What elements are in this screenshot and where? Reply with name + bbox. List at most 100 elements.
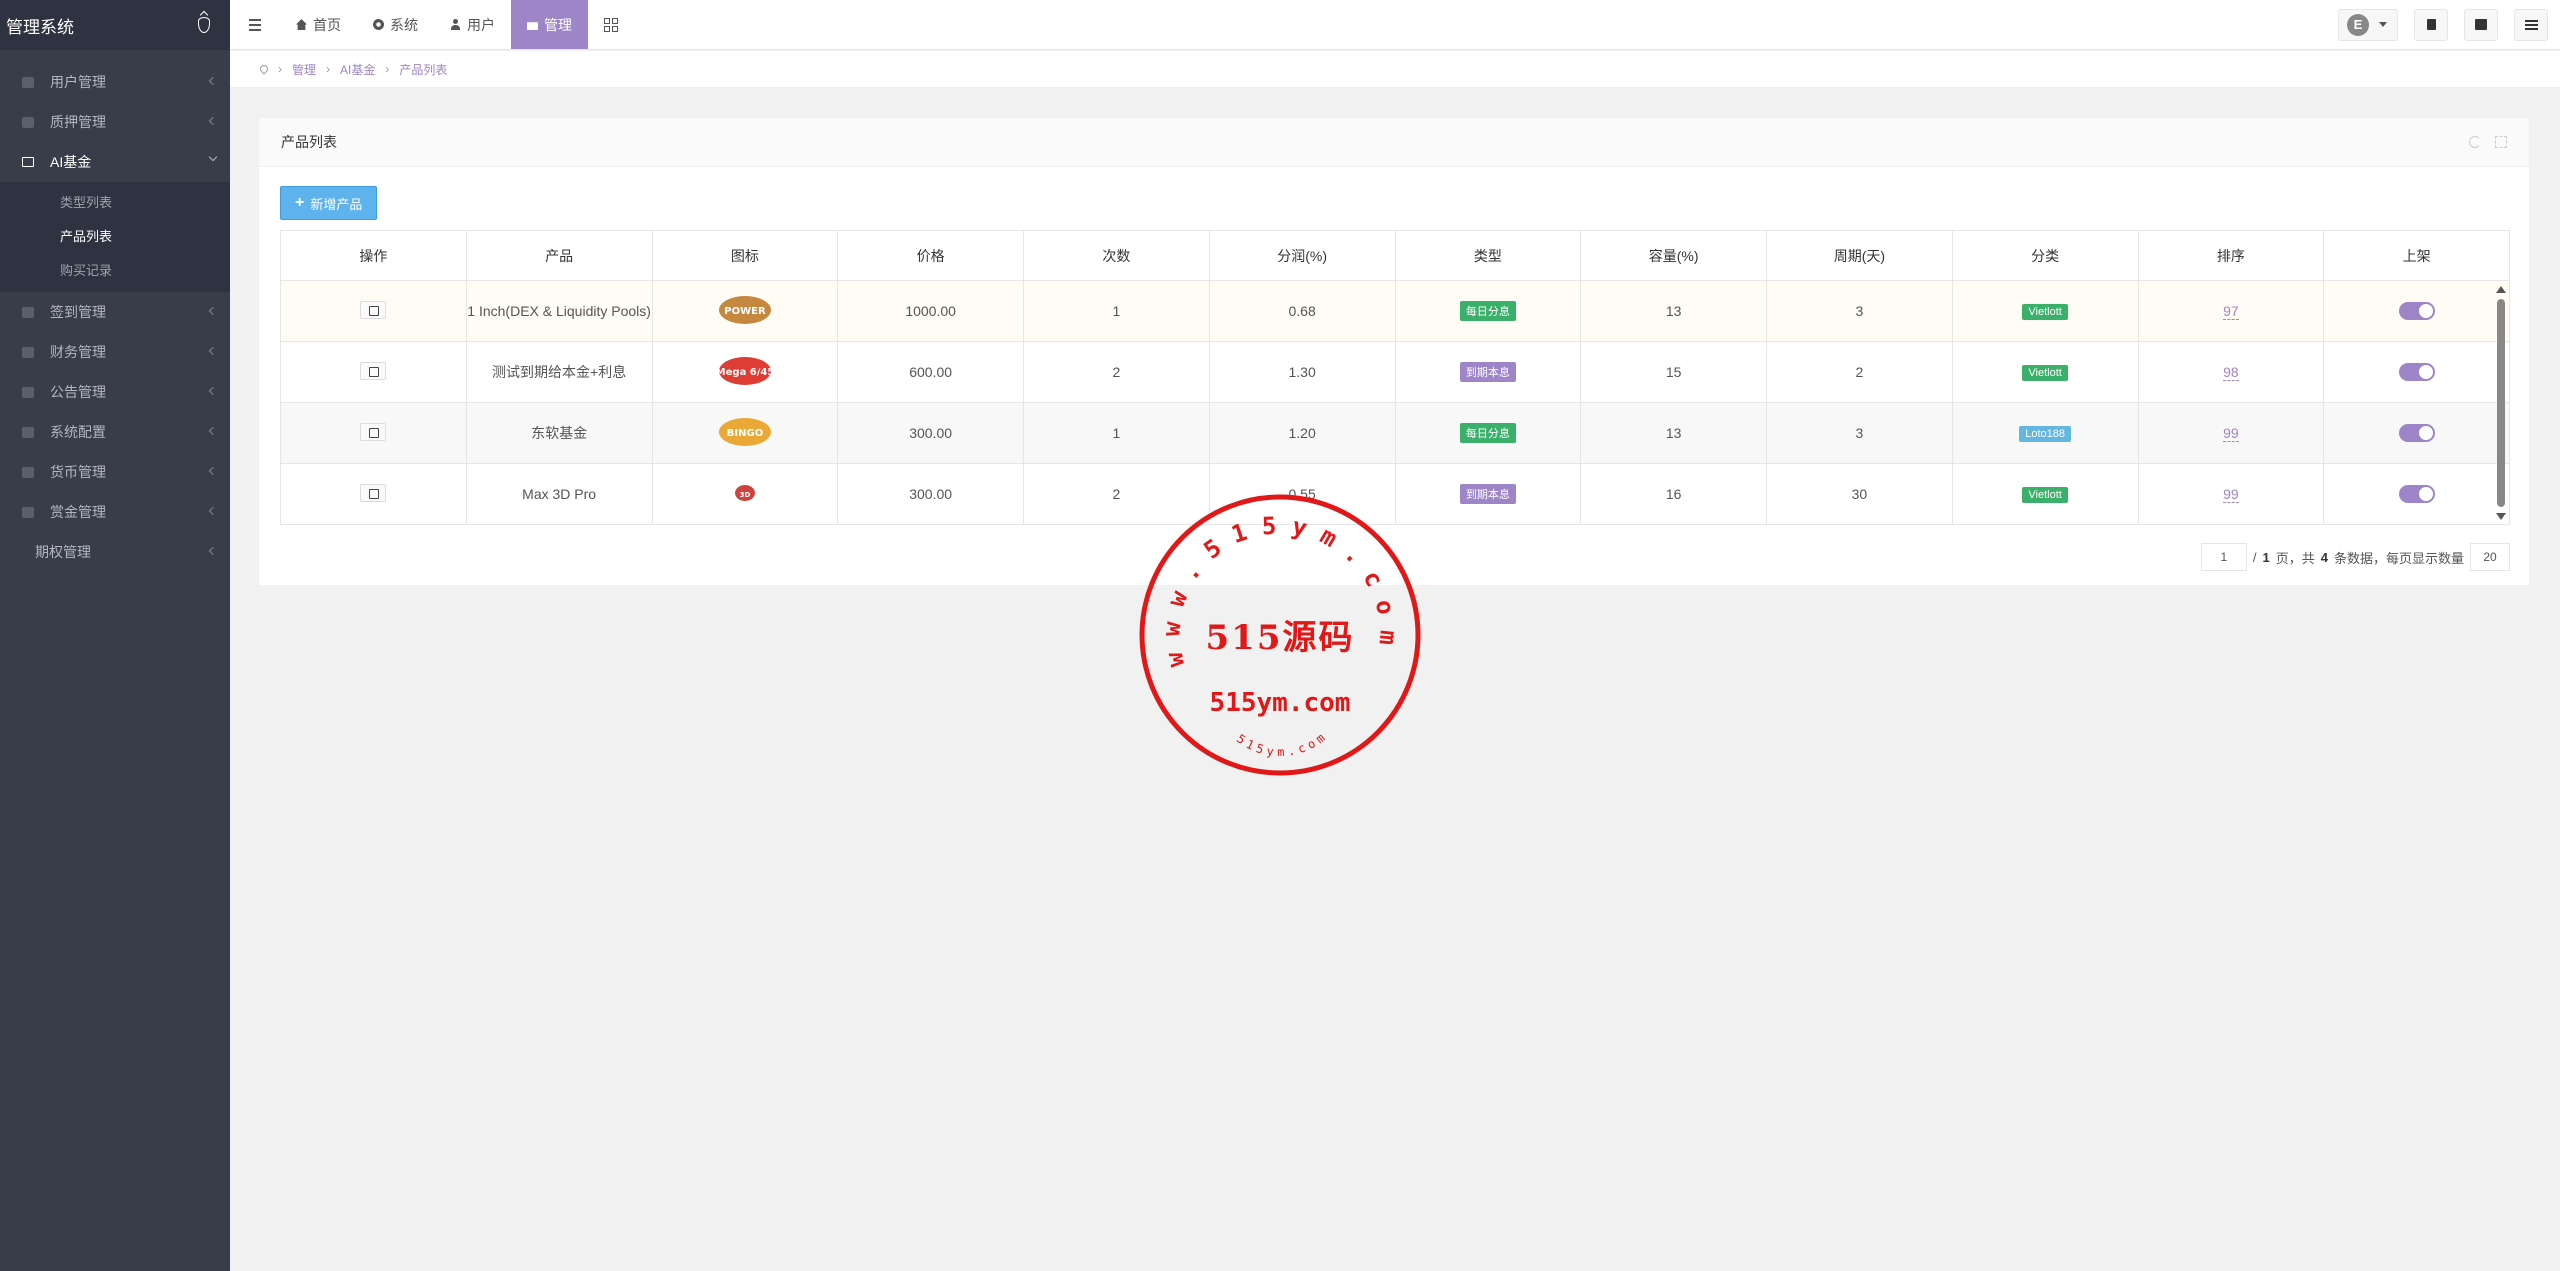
page-size-input[interactable] <box>2470 543 2510 571</box>
menu-icon <box>22 386 34 398</box>
sidebar-item[interactable]: 财务管理 <box>0 332 230 372</box>
refresh-icon[interactable] <box>2469 136 2481 148</box>
table-scrollbar[interactable] <box>2495 286 2507 522</box>
table-header-row: 操作 产品 图标 价格 次数 分润(%) 类型 容量(%) 周期(天) 分类 排序 上架 <box>280 230 2510 281</box>
edit-icon[interactable] <box>360 422 387 441</box>
sidebar-subitem[interactable]: 购买记录 <box>0 254 230 288</box>
settings-panel-button[interactable] <box>2514 8 2548 41</box>
table-cell: 到期本息 <box>1394 341 1582 403</box>
product-logo-icon: BINGO <box>710 415 780 452</box>
table-cell: POWER <box>651 280 839 342</box>
listed-toggle[interactable] <box>2398 302 2435 321</box>
sidebar-item[interactable]: 货币管理 <box>0 452 230 492</box>
table-row: 东软基金 BINGO 300.00 1 1.20 每日分息 13 3 Loto188 99 <box>280 402 2510 464</box>
table-cell: 300.00 <box>837 402 1024 464</box>
sidebar-item[interactable]: 签到管理 <box>0 292 230 332</box>
trash-icon <box>2426 19 2436 30</box>
sidebar-item[interactable]: 赏金管理 <box>0 492 230 532</box>
sidebar-item[interactable]: 公告管理 <box>0 372 230 412</box>
sidebar-item[interactable]: 系统配置 <box>0 412 230 452</box>
sort-number[interactable]: 99 <box>2223 486 2239 503</box>
scroll-thumb[interactable] <box>2497 299 2505 507</box>
listed-toggle[interactable] <box>2398 363 2435 382</box>
tab-system[interactable]: 系统 <box>357 0 434 49</box>
list-menu-icon <box>2524 19 2538 30</box>
hamburger-menu-icon[interactable] <box>230 0 280 49</box>
menu-icon <box>22 426 34 438</box>
table-row: 测试到期给本金+利息 Mega 6/45 600.00 2 1.30 到期本息 15 2 Vie… <box>280 341 2510 403</box>
cycle-value: 30 <box>1851 486 1868 502</box>
listed-toggle[interactable] <box>2398 424 2435 443</box>
edit-icon[interactable] <box>360 300 387 319</box>
page-number-input[interactable] <box>2200 543 2247 571</box>
sidebar-item-label: 赏金管理 <box>50 504 106 520</box>
svg-text:3D: 3D <box>740 491 751 499</box>
breadcrumb-item[interactable]: 管理 <box>292 61 316 78</box>
svg-text:Mega 6/45: Mega 6/45 <box>716 367 775 378</box>
menu-icon <box>22 306 34 318</box>
fullscreen-button[interactable] <box>2464 8 2498 41</box>
category-badge: Vietlott <box>2022 487 2068 503</box>
location-pin-icon <box>258 63 270 75</box>
svg-text:BINGO: BINGO <box>727 428 763 439</box>
category-badge: Vietlott <box>2022 365 2068 381</box>
table-cell: 30 <box>1766 463 1953 525</box>
product-table: 操作 产品 图标 价格 次数 分润(%) 类型 容量(%) 周期(天) 分类 排序 上架 1 Inch… <box>280 230 2510 525</box>
clear-cache-button[interactable] <box>2414 8 2448 41</box>
chevron-icon <box>208 346 218 356</box>
table-cell <box>280 463 467 525</box>
table-cell <box>2323 463 2510 525</box>
sidebar-item[interactable]: 期权管理 <box>0 532 230 572</box>
table-cell: 1 <box>1023 280 1210 342</box>
capacity-value: 16 <box>1665 486 1682 502</box>
table-cell: 300.00 <box>837 463 1024 525</box>
sidebar-subitem[interactable]: 类型列表 <box>0 186 230 220</box>
shopping-bag-icon <box>527 22 538 30</box>
watermark-bottom-text: 515ym.com <box>1234 728 1327 759</box>
product-name: 1 Inch(DEX & Liquidity Pools) <box>467 303 651 319</box>
listed-toggle[interactable] <box>2398 485 2435 504</box>
table-cell: 1.30 <box>1208 341 1396 403</box>
monitor-icon <box>22 157 34 167</box>
sidebar-item[interactable]: AI基金 <box>0 142 230 182</box>
type-badge: 每日分息 <box>1459 423 1516 443</box>
scroll-down-arrow-icon[interactable] <box>2496 513 2506 520</box>
price-value: 600.00 <box>909 364 953 380</box>
menu-icon <box>22 76 34 88</box>
user-icon <box>450 19 461 30</box>
user-dropdown[interactable]: E <box>2338 8 2398 41</box>
sidebar-item-label: 系统配置 <box>50 424 106 440</box>
sort-number[interactable]: 98 <box>2223 364 2239 381</box>
tab-label: 用户 <box>467 16 495 33</box>
chevron-icon <box>208 426 218 436</box>
add-product-button[interactable]: + 新增产品 <box>280 186 378 220</box>
tab-home[interactable]: 首页 <box>280 0 357 49</box>
sort-number[interactable]: 97 <box>2223 303 2239 320</box>
breadcrumb-item[interactable]: 产品列表 <box>399 61 447 78</box>
expand-icon[interactable] <box>2495 136 2507 148</box>
chevron-icon <box>208 386 218 396</box>
scroll-up-arrow-icon[interactable] <box>2496 286 2506 293</box>
theme-drop-icon[interactable] <box>198 17 210 33</box>
cycle-value: 3 <box>1855 303 1864 319</box>
table-cell: 每日分息 <box>1394 280 1582 342</box>
column-header: 价格 <box>837 230 1024 281</box>
menu-icon <box>22 346 34 358</box>
column-header: 排序 <box>2137 230 2325 281</box>
sidebar-item[interactable]: 质押管理 <box>0 102 230 142</box>
tab-manage[interactable]: 管理 <box>511 0 588 49</box>
home-icon <box>296 19 307 30</box>
sidebar-item[interactable]: 用户管理 <box>0 62 230 102</box>
sidebar-subitem[interactable]: 产品列表 <box>0 220 230 254</box>
breadcrumb-item[interactable]: AI基金 <box>340 61 375 78</box>
table-cell: Mega 6/45 <box>651 341 839 403</box>
sort-number[interactable]: 99 <box>2223 425 2239 442</box>
watermark-middle-text: 515ym.com <box>1209 688 1351 718</box>
tab-user[interactable]: 用户 <box>434 0 511 49</box>
breadcrumb-separator: › <box>385 62 390 76</box>
edit-icon[interactable] <box>360 483 387 502</box>
edit-icon[interactable] <box>360 361 387 380</box>
tab-apps[interactable] <box>588 0 634 49</box>
table-cell: 97 <box>2137 280 2325 342</box>
table-cell: 16 <box>1580 463 1767 525</box>
